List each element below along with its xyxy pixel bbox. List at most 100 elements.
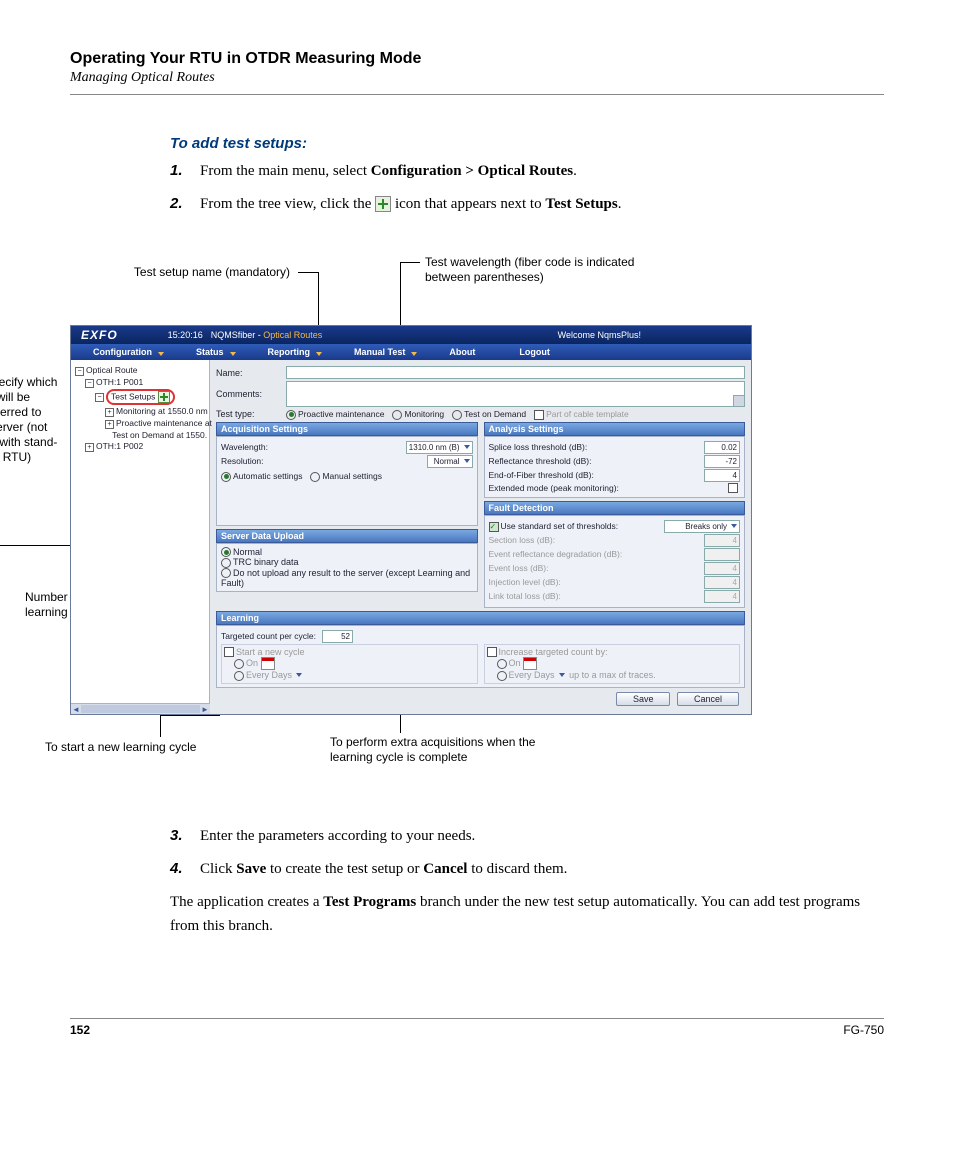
menu-about[interactable]: About	[427, 347, 497, 357]
tree-scrollbar[interactable]: ◄ ►	[71, 703, 210, 714]
acquisition-section: Wavelength:1310.0 nm (B) Resolution:Norm…	[216, 436, 478, 526]
radio-label: Normal	[233, 547, 262, 557]
checkbox-extended[interactable]	[728, 483, 738, 493]
calendar-icon	[523, 657, 537, 670]
radio-upload-normal[interactable]	[221, 547, 231, 557]
step-bold: Save	[236, 861, 266, 877]
right-column: Analysis Settings Splice loss threshold …	[484, 422, 746, 611]
label: Event reflectance degradation (dB):	[489, 549, 623, 559]
label: Increase targeted count by:	[499, 647, 608, 657]
main-menu: Configuration Status Reporting Manual Te…	[71, 344, 751, 360]
step-text: .	[573, 163, 577, 179]
label: Use standard set of thresholds:	[501, 521, 619, 531]
label: Link total loss (dB):	[489, 591, 561, 601]
scroll-left-icon[interactable]: ◄	[71, 705, 81, 714]
field-test-type: Test type: Proactive maintenance Monitor…	[216, 409, 745, 420]
welcome-text: Welcome NqmsPlus!	[558, 330, 751, 340]
learning-section: Targeted count per cycle: 52 Start a new…	[216, 625, 745, 688]
eof-input[interactable]: 4	[704, 469, 740, 482]
scroll-right-icon[interactable]: ►	[200, 705, 210, 714]
procedure-title: To add test setups:	[170, 135, 884, 152]
tree-test-setups[interactable]: −Test Setups	[75, 389, 205, 405]
tree-node[interactable]: +Monitoring at 1550.0 nm	[75, 406, 205, 417]
label: Name:	[216, 368, 286, 378]
logo: EXFO	[71, 328, 128, 342]
callout-extra-acq: To perform extra acquisitions when the l…	[330, 735, 580, 765]
save-button[interactable]: Save	[616, 692, 671, 706]
radio-testondemand[interactable]	[452, 410, 462, 420]
radio-upload-trc[interactable]	[221, 558, 231, 568]
step-number: 4.	[170, 858, 183, 881]
step-text: Enter the parameters according to your n…	[200, 828, 475, 844]
screenshot: EXFO 15:20:16 NQMSfiber - Optical Routes…	[70, 325, 752, 715]
step-number: 1.	[170, 160, 183, 183]
scroll-track[interactable]	[81, 705, 200, 713]
name-input[interactable]	[286, 366, 745, 379]
label: Test type:	[216, 409, 286, 419]
field-name: Name:	[216, 366, 745, 379]
menu-configuration[interactable]: Configuration	[71, 347, 174, 357]
step-bold: Test Setups	[545, 196, 617, 212]
label: Wavelength:	[221, 442, 268, 452]
checkbox-label: Part of cable template	[546, 409, 629, 419]
chapter-title: Operating Your RTU in OTDR Measuring Mod…	[70, 50, 884, 68]
app-titlebar: EXFO 15:20:16 NQMSfiber - Optical Routes…	[71, 326, 751, 344]
left-column: Acquisition Settings Wavelength: 1310.0 n…	[216, 422, 478, 611]
acquisition-header: Acquisition Settings	[216, 422, 478, 436]
radio-monitoring[interactable]	[392, 410, 402, 420]
tree-node[interactable]: +Proactive maintenance at	[75, 418, 205, 429]
radio-label: Monitoring	[404, 409, 444, 419]
cancel-button[interactable]: Cancel	[677, 692, 739, 706]
injection-input: 4	[704, 576, 740, 589]
event-refl-input	[704, 548, 740, 561]
checkbox-start-cycle[interactable]	[224, 647, 234, 657]
plus-icon	[375, 196, 391, 212]
tree-node[interactable]: Test on Demand at 1550.	[75, 430, 205, 440]
callout-line	[160, 715, 220, 716]
label: Event loss (dB):	[489, 563, 549, 573]
fault-section: Use standard set of thresholds: Breaks on…	[484, 515, 746, 608]
radio-every	[234, 671, 244, 681]
label: Extended mode (peak monitoring):	[489, 483, 619, 493]
post-note: The application creates a Test Programs …	[170, 890, 884, 938]
menu-manual-test[interactable]: Manual Test	[332, 347, 427, 357]
step-text: .	[618, 196, 622, 212]
fault-header: Fault Detection	[484, 501, 746, 515]
app-name: NQMSfiber -	[211, 330, 264, 340]
step-3: 3. Enter the parameters according to you…	[170, 825, 884, 848]
menu-logout[interactable]: Logout	[497, 347, 572, 357]
wavelength-dropdown[interactable]: 1310.0 nm (B)	[406, 441, 473, 454]
target-count-input[interactable]: 52	[322, 630, 353, 643]
splice-input[interactable]: 0.02	[704, 441, 740, 454]
section-loss-input: 4	[704, 534, 740, 547]
radio-manual[interactable]	[310, 472, 320, 482]
refl-input[interactable]: -72	[704, 455, 740, 468]
field-comments: Comments:	[216, 381, 745, 407]
tree-node[interactable]: +OTH:1 P002	[75, 441, 205, 452]
plus-icon[interactable]	[158, 391, 170, 403]
app-body: −Optical Route −OTH:1 P001 −Test Setups …	[71, 360, 751, 714]
step-number: 3.	[170, 825, 183, 848]
thresholds-dropdown[interactable]: Breaks only	[664, 520, 740, 533]
label: Splice loss threshold (dB):	[489, 442, 588, 452]
step-text: Click	[200, 861, 236, 877]
checkbox-std-thresholds[interactable]	[489, 522, 499, 532]
step-bold: Cancel	[423, 861, 467, 877]
step-text: From the tree view, click the	[200, 196, 375, 212]
tree-view[interactable]: −Optical Route −OTH:1 P001 −Test Setups …	[71, 360, 210, 703]
checkbox-increase[interactable]	[487, 647, 497, 657]
tree-node[interactable]: −OTH:1 P001	[75, 377, 205, 388]
menu-reporting[interactable]: Reporting	[246, 347, 333, 357]
radio-auto[interactable]	[221, 472, 231, 482]
resize-handle-icon[interactable]	[733, 395, 744, 406]
resolution-dropdown[interactable]: Normal	[427, 455, 473, 468]
comments-input[interactable]	[286, 381, 745, 407]
label: Section loss (dB):	[489, 535, 556, 545]
tree-root[interactable]: −Optical Route	[75, 365, 205, 376]
learning-header: Learning	[216, 611, 745, 625]
radio-upload-none[interactable]	[221, 568, 231, 578]
page-number: 152	[70, 1023, 90, 1037]
radio-proactive[interactable]	[286, 410, 296, 420]
menu-status[interactable]: Status	[174, 347, 246, 357]
upload-section: Normal TRC binary data Do not upload any…	[216, 543, 478, 593]
